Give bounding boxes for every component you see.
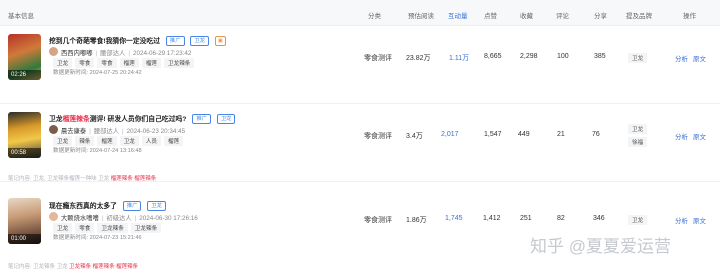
author-name[interactable]: 晨去康泰 [61, 128, 86, 135]
publish-time: 2024-06-29 17:23:42 [132, 50, 192, 57]
author-level: 腰部达人 [100, 50, 126, 57]
interaction-value[interactable]: 2,017 [441, 131, 459, 138]
keyword-list: 卫龙 零食 卫龙辣条 卫龙辣条 [53, 223, 164, 233]
shares-value: 76 [592, 131, 600, 138]
collects-value: 449 [518, 131, 530, 138]
update-time: 数据更新时间: 2024-07-25 20:24:42 [53, 70, 142, 76]
table-row[interactable]: 01:00 现在瘾东西真的太多了 推广 卫龙 大颗烧水嗜嗜 | 初级达人 | 2024-… [0, 182, 720, 274]
category-value: 零食测评 [364, 133, 392, 140]
analyze-link[interactable]: 分析 [675, 131, 688, 141]
duration-label: 00:58 [8, 148, 41, 158]
analyze-link[interactable]: 分析 [675, 53, 688, 63]
video-thumbnail[interactable]: 01:00 [8, 198, 41, 244]
post-title[interactable]: 卫龙榴莲辣条测评! 研发人员你们自己吃过吗? 推广 卫龙 [49, 113, 236, 125]
col-brands: 提及品牌 [626, 13, 652, 20]
table-header: 基本信息 分类 预估阅读 互动量 点赞 收藏 评论 分享 提及品牌 操作 [0, 0, 720, 26]
update-time: 数据更新时间: 2024-07-23 15:21:46 [53, 235, 142, 241]
publish-time: 2024-06-30 17:26:16 [139, 215, 198, 222]
author-name[interactable]: 大颗烧水嗜嗜 [61, 215, 99, 222]
comments-value: 21 [557, 131, 565, 138]
col-basic-info: 基本信息 [8, 13, 34, 20]
table-row[interactable]: 00:58 卫龙榴莲辣条测评! 研发人员你们自己吃过吗? 推广 卫龙 晨去康泰 |… [0, 104, 720, 182]
est-reads-value: 23.82万 [406, 55, 431, 62]
est-reads-value: 1.86万 [406, 217, 427, 224]
comments-value: 82 [557, 215, 565, 222]
brand-chip[interactable]: 卫龙 [628, 124, 648, 134]
category-value: 零食测评 [364, 55, 392, 62]
brand-tag: 卫龙 [216, 114, 236, 125]
col-est-reads[interactable]: 预估阅读 [408, 10, 434, 20]
likes-value: 8,665 [484, 53, 502, 60]
brand-chip[interactable]: 徐福 [628, 137, 648, 147]
promo-tag: 推广 [192, 114, 211, 125]
duration-label: 01:00 [8, 234, 41, 244]
avatar[interactable] [49, 47, 58, 56]
author-level: 腰部达人 [93, 128, 120, 135]
col-actions: 操作 [683, 13, 696, 20]
watermark: 知乎 @夏夏爱运营 [530, 237, 671, 256]
content-table: 基本信息 分类 预估阅读 互动量 点赞 收藏 评论 分享 提及品牌 操作 02:… [0, 0, 720, 274]
col-comments[interactable]: 评论 [556, 10, 569, 20]
collects-value: 2,298 [520, 53, 538, 60]
post-title[interactable]: 现在瘾东西真的太多了 推广 卫龙 [49, 200, 166, 212]
col-collects[interactable]: 收藏 [520, 10, 533, 20]
brand-tag: 卫龙 [190, 36, 210, 47]
publish-time: 2024-06-23 20:34:45 [126, 128, 186, 135]
brand-chip[interactable]: 卫龙 [628, 53, 648, 63]
interaction-value[interactable]: 1,745 [445, 215, 463, 222]
shares-value: 346 [593, 215, 605, 222]
likes-value: 1,412 [483, 215, 501, 222]
update-time: 数据更新时间: 2024-07-24 13:16:48 [53, 148, 142, 154]
post-title[interactable]: 挖到几个奇葩零食!我猜你一定没吃过 推广 卫龙 ▣ [49, 35, 226, 47]
brand-chip[interactable]: 卫龙 [628, 215, 648, 225]
avatar[interactable] [49, 125, 58, 134]
keyword-list: 卫龙 辣条 榴莲 卫龙 人员 榴莲 [53, 136, 186, 146]
author-line: 西西内嘟嘟 | 腰部达人 | 2024-06-29 17:23:42 [61, 50, 192, 57]
note-content: 笔记内容: 卫龙, 卫龙辣条榴莲一种味 卫龙 榴莲辣条 榴莲辣条 [8, 176, 157, 182]
keyword-list: 卫龙 零食 零食 榴莲 榴莲 卫龙辣条 [53, 58, 197, 68]
interaction-value[interactable]: 1.11万 [449, 53, 469, 63]
author-level: 初级达人 [106, 215, 132, 222]
author-line: 大颗烧水嗜嗜 | 初级达人 | 2024-06-30 17:26:16 [61, 215, 198, 222]
col-category[interactable]: 分类 [368, 10, 381, 20]
table-row[interactable]: 02:26 挖到几个奇葩零食!我猜你一定没吃过 推广 卫龙 ▣ 西西内嘟嘟 | 腰部… [0, 26, 720, 104]
shares-value: 385 [594, 53, 606, 60]
source-link[interactable]: 原文 [693, 53, 706, 63]
video-thumbnail[interactable]: 00:58 [8, 112, 41, 158]
promo-tag: 推广 [165, 36, 185, 47]
link-icon[interactable]: ▣ [214, 36, 226, 47]
video-thumbnail[interactable]: 02:26 [8, 34, 41, 80]
duration-label: 02:26 [8, 70, 41, 80]
col-shares[interactable]: 分享 [594, 10, 607, 20]
author-name[interactable]: 西西内嘟嘟 [61, 50, 92, 57]
est-reads-value: 3.4万 [406, 133, 423, 140]
promo-tag: 推广 [122, 201, 142, 212]
analyze-link[interactable]: 分析 [675, 215, 688, 225]
collects-value: 251 [520, 215, 532, 222]
comments-value: 100 [557, 53, 569, 60]
author-line: 晨去康泰 | 腰部达人 | 2024-06-23 20:34:45 [61, 128, 186, 135]
avatar[interactable] [49, 212, 58, 221]
note-content: 笔记内容: 卫龙辣条 卫龙 卫龙辣条 榴莲辣条 榴莲辣条 [8, 264, 139, 270]
category-value: 零食测评 [364, 217, 392, 224]
col-interaction[interactable]: 互动量 [448, 10, 468, 20]
source-link[interactable]: 原文 [693, 215, 706, 225]
source-link[interactable]: 原文 [693, 131, 706, 141]
col-likes[interactable]: 点赞 [484, 10, 497, 20]
brand-tag: 卫龙 [147, 201, 166, 212]
likes-value: 1,547 [484, 131, 502, 138]
